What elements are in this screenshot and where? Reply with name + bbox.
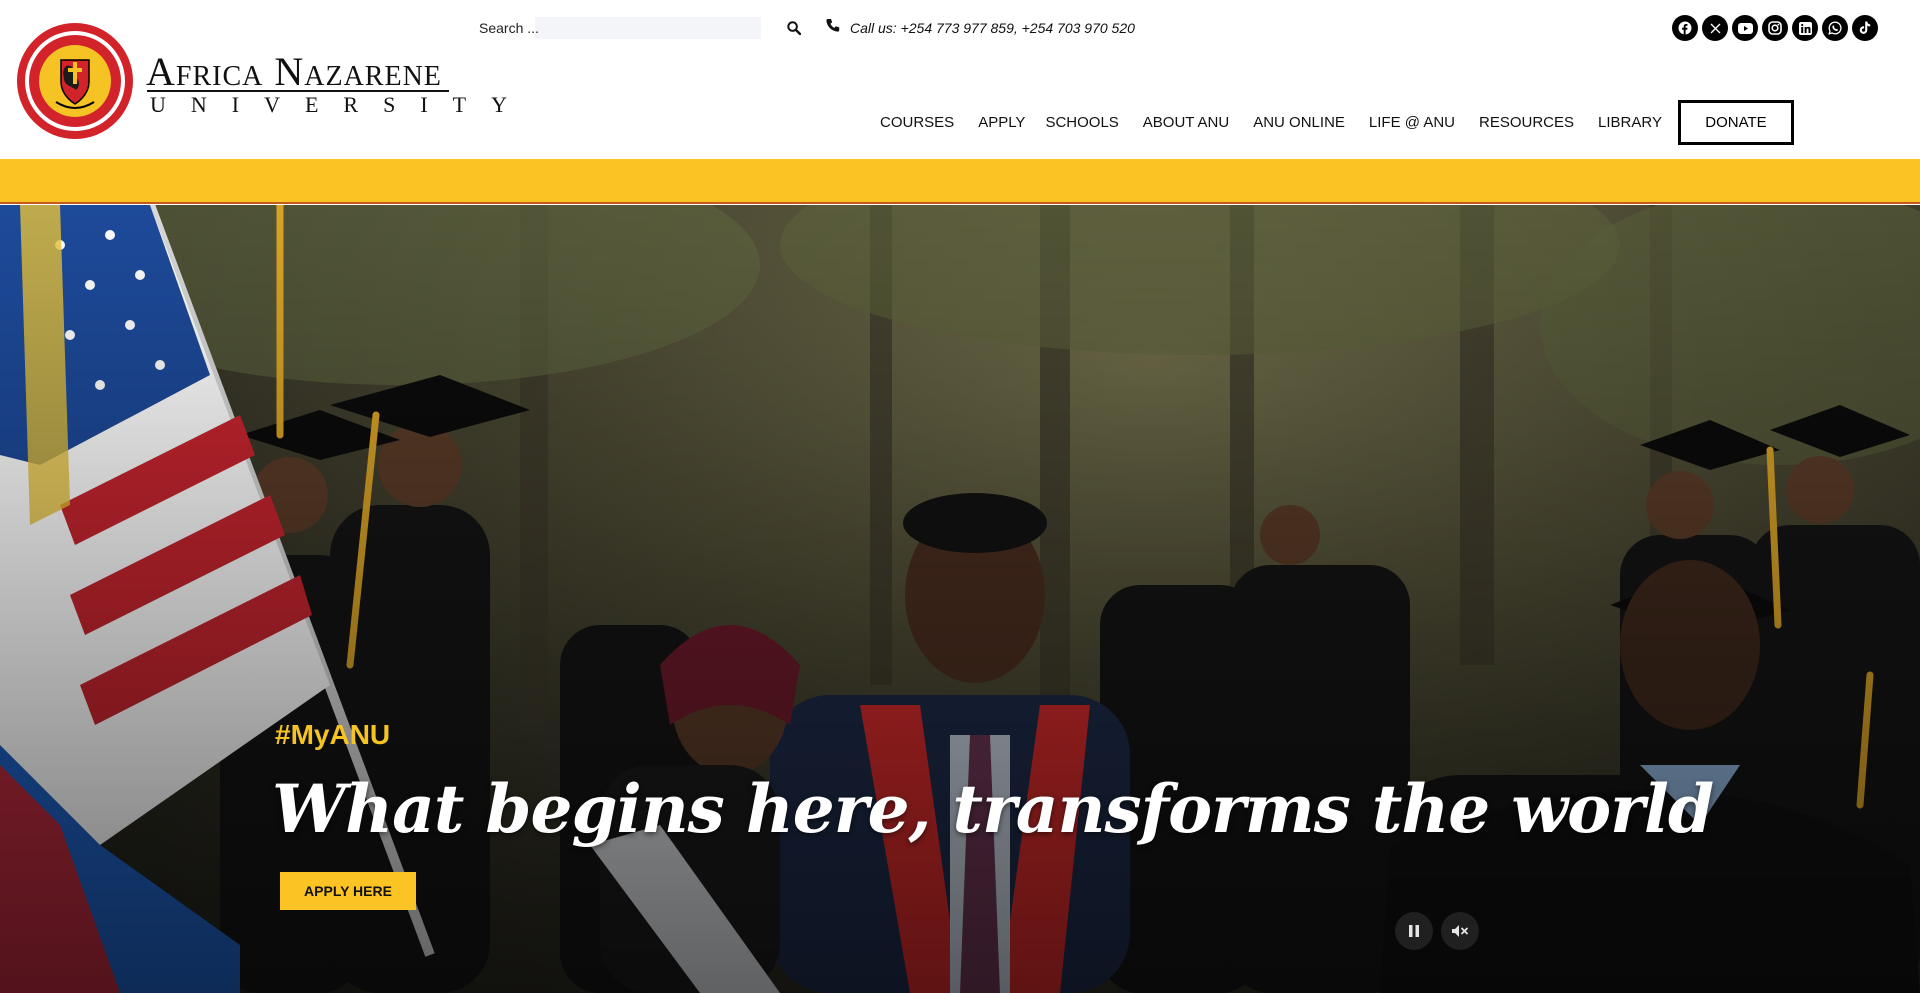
social-links [1672, 15, 1878, 41]
university-seal [17, 23, 133, 139]
wordmark-subtitle: UNIVERSITY [150, 92, 532, 117]
whatsapp-icon[interactable] [1822, 15, 1848, 41]
wordmark-name: Africa Nazarene [146, 49, 442, 94]
search-input[interactable] [475, 17, 761, 39]
main-nav: COURSES APPLY SCHOOLS ABOUT ANU ANU ONLI… [868, 99, 1794, 145]
nav-about-anu[interactable]: ABOUT ANU [1131, 114, 1241, 131]
youtube-icon[interactable] [1732, 15, 1758, 41]
search-bar [475, 17, 805, 39]
hero-hashtag: #MyANU [275, 719, 391, 750]
site-header: Africa Nazarene UNIVERSITY Call us: +254… [0, 0, 1920, 159]
hero-headline: What begins here, transforms the world [272, 770, 1714, 848]
phone-icon [825, 18, 840, 38]
instagram-icon[interactable] [1762, 15, 1788, 41]
x-icon[interactable] [1702, 15, 1728, 41]
nav-life-at-anu[interactable]: LIFE @ ANU [1357, 114, 1467, 131]
donate-button[interactable]: DONATE [1677, 99, 1794, 145]
nav-courses[interactable]: COURSES [868, 114, 966, 131]
facebook-icon[interactable] [1672, 15, 1698, 41]
linkedin-icon[interactable] [1792, 15, 1818, 41]
apply-here-button[interactable]: APPLY HERE [280, 872, 416, 910]
nav-anu-online[interactable]: ANU ONLINE [1241, 114, 1357, 131]
site-logo[interactable]: Africa Nazarene UNIVERSITY [16, 22, 507, 142]
contact-phone: Call us: +254 773 977 859, +254 703 970 … [825, 17, 1135, 39]
hero-banner: #MyANU What begins here, transforms the … [0, 205, 1920, 993]
nav-resources[interactable]: RESOURCES [1467, 114, 1586, 131]
nav-schools[interactable]: SCHOOLS [1033, 114, 1130, 131]
tiktok-icon[interactable] [1852, 15, 1878, 41]
pause-icon[interactable] [1395, 912, 1433, 950]
phone-numbers[interactable]: Call us: +254 773 977 859, +254 703 970 … [850, 20, 1135, 36]
search-icon[interactable] [783, 18, 805, 38]
mute-icon[interactable] [1441, 912, 1479, 950]
nav-apply[interactable]: APPLY [966, 114, 1033, 131]
nav-library[interactable]: LIBRARY [1586, 114, 1674, 131]
announcement-band [0, 159, 1920, 204]
